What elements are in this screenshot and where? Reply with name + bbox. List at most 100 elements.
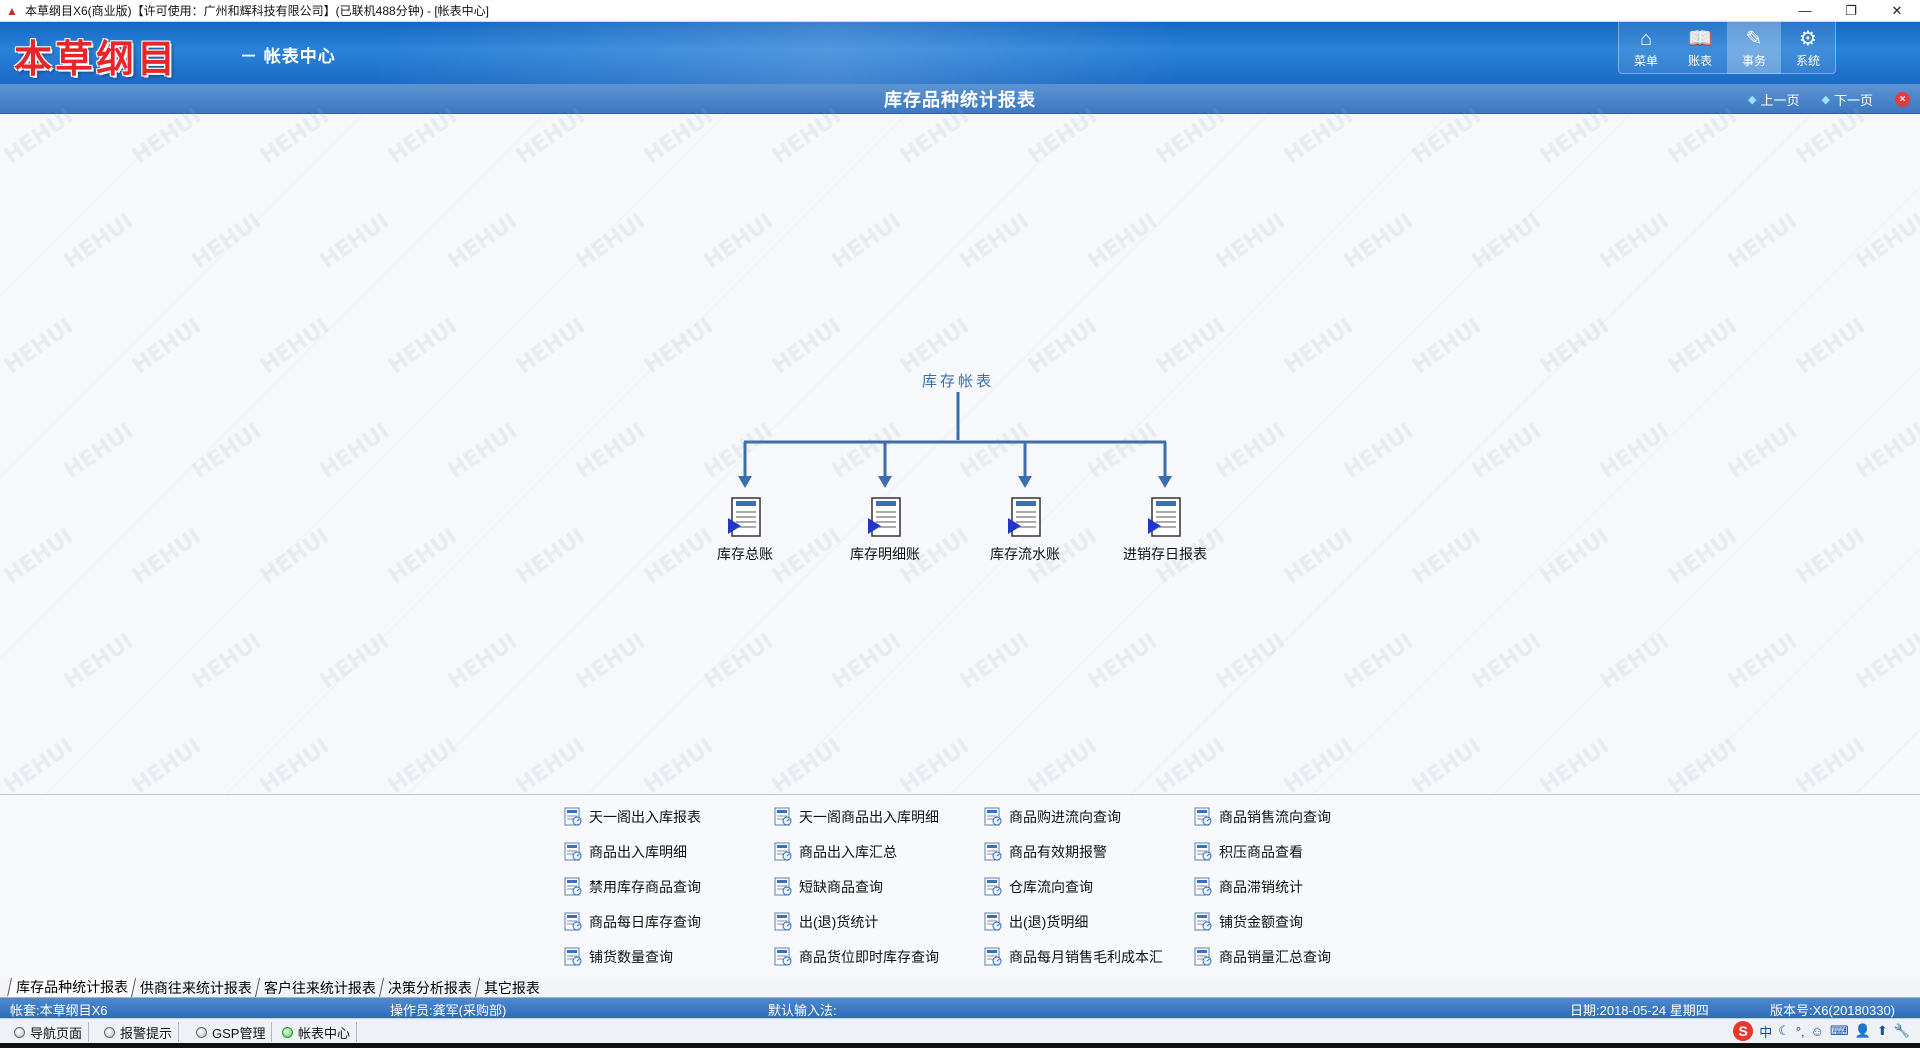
report-sheet-icon [1194,877,1212,896]
report-link[interactable]: 商品货位即时库存查询 [773,947,939,967]
task-bar: 导航页面 报警提示 GSP管理 帐表中心 S 中 ☾ °, ☺ ⌨ 👤 ⬆ 🔧 [0,1018,1920,1048]
tree-root-label: 库存帐表 [922,373,995,390]
tab-stock-variety[interactable]: 库存品种统计报表 [6,978,137,997]
radio-dot-icon [14,1026,25,1038]
report-sheet-icon [984,912,1002,931]
report-link[interactable]: 商品有效期报警 [983,842,1107,862]
tree-node-stock-detail[interactable]: 库存明细账 [825,496,945,564]
home-icon: ⌂ [1639,27,1653,50]
report-link[interactable]: 商品每月销售毛利成本汇 [983,947,1163,967]
report-link-label: 商品滞销统计 [1219,879,1303,895]
wrench-icon[interactable]: 🔧 [1894,1023,1910,1039]
report-document-icon [728,497,761,537]
report-sheet-icon [774,877,792,896]
task-report-center[interactable]: 帐表中心 [276,1022,358,1042]
nav-label: 菜单 [1633,53,1658,68]
tree-node-stock-ledger[interactable]: 库存总账 [685,496,805,564]
punctuation-icon[interactable]: °, [1796,1024,1805,1039]
upload-icon[interactable]: ⬆ [1877,1023,1888,1039]
report-link[interactable]: 商品出入库汇总 [773,842,897,862]
gear-icon: ⚙ [1799,27,1817,50]
nav-label: 事务 [1741,53,1766,68]
report-link[interactable]: 商品购进流向查询 [983,807,1121,827]
report-link-label: 商品出入库明细 [589,844,687,860]
emoji-icon[interactable]: ☺ [1811,1024,1824,1039]
report-link-label: 积压商品查看 [1219,844,1303,860]
ime-lang-label[interactable]: 中 [1759,1022,1772,1041]
report-link[interactable]: 出(退)货明细 [983,912,1088,932]
report-link-label: 出(退)货统计 [799,914,879,930]
report-link-label: 商品出入库汇总 [799,844,897,860]
report-sheet-icon [564,842,582,861]
book-icon: 📖 [1687,27,1713,50]
tree-node-label: 库存总账 [717,546,773,562]
tree-node-label: 库存流水账 [990,546,1060,562]
tree-node-stock-journal[interactable]: 库存流水账 [965,496,1085,564]
report-link[interactable]: 商品滞销统计 [1193,877,1303,897]
report-link[interactable]: 天一阁商品出入库明细 [773,807,939,827]
report-sheet-icon [1194,842,1212,861]
close-report-icon[interactable]: × [1895,92,1910,107]
moon-icon[interactable]: ☾ [1778,1023,1790,1039]
tab-label: 库存品种统计报表 [16,978,129,995]
report-link[interactable]: 出(退)货统计 [773,912,878,932]
report-link[interactable]: 铺货数量查询 [563,947,673,967]
app-logo-icon: ▲ [6,3,18,18]
report-link[interactable]: 商品出入库明细 [563,842,687,862]
report-sheet-icon [774,912,792,931]
report-link-label: 商品销量汇总查询 [1219,949,1331,965]
task-nav-page[interactable]: 导航页面 [8,1022,90,1042]
report-link[interactable]: 仓库流向查询 [983,877,1093,897]
tree-arrow [1158,442,1172,488]
next-page-link[interactable]: ◆ 下一页 [1822,90,1873,109]
report-link[interactable]: 商品销量汇总查询 [1193,947,1331,967]
report-link[interactable]: 商品销售流向查询 [1193,807,1331,827]
tab-other[interactable]: 其它报表 [474,978,549,997]
nav-affairs[interactable]: ✎ 事务 [1727,22,1781,74]
report-canvas: HEHUI HEHUI HEHUI HEHUI HEHUI HEHUI HEHUI HEHUI… [0,104,1920,799]
tab-decision[interactable]: 决策分析报表 [378,978,481,997]
tab-label: 客户往来统计报表 [264,979,376,996]
task-gsp[interactable]: GSP管理 [190,1022,273,1042]
nav-system[interactable]: ⚙ 系统 [1781,22,1835,74]
system-tray: S 中 ☾ °, ☺ ⌨ 👤 ⬆ 🔧 [1733,1021,1910,1041]
report-link-label: 天一阁出入库报表 [589,809,701,825]
radio-dot-icon [104,1026,115,1038]
task-alarm[interactable]: 报警提示 [98,1022,180,1042]
minimize-button[interactable]: — [1782,0,1828,22]
report-title-bar: 库存品种统计报表 ◆ 上一页 ◆ 下一页 × [0,84,1920,114]
sogou-ime-icon[interactable]: S [1733,1021,1754,1041]
tab-label: 供商往来统计报表 [140,979,252,996]
report-link-label: 出(退)货明细 [1009,914,1089,930]
tab-supplier[interactable]: 供商往来统计报表 [130,978,261,997]
prev-page-link[interactable]: ◆ 上一页 [1748,90,1799,109]
report-document-icon [868,497,901,537]
report-link-label: 天一阁商品出入库明细 [799,809,939,825]
report-link[interactable]: 积压商品查看 [1193,842,1303,862]
report-link[interactable]: 天一阁出入库报表 [563,807,701,827]
report-sheet-icon [984,947,1002,966]
next-page-label: 下一页 [1833,93,1873,108]
nav-menu[interactable]: ⌂ 菜单 [1619,22,1673,74]
tree-node-daily-report[interactable]: 进销存日报表 [1105,496,1225,564]
report-link[interactable]: 短缺商品查询 [773,877,883,897]
tree-connector-lines [738,392,1172,488]
report-link-label: 短缺商品查询 [799,879,883,895]
close-window-button[interactable]: ✕ [1874,0,1920,22]
keyboard-icon[interactable]: ⌨ [1830,1023,1849,1039]
tree-arrow [738,442,752,488]
tab-customer[interactable]: 客户往来统计报表 [254,978,385,997]
nav-reports[interactable]: 📖 账表 [1673,22,1727,74]
report-link-label: 铺货数量查询 [589,949,673,965]
report-document-icon [1148,497,1181,537]
user-icon[interactable]: 👤 [1855,1023,1871,1039]
report-link-label: 商品每日库存查询 [589,914,701,930]
restore-button[interactable]: ❐ [1828,0,1874,22]
report-link-label: 铺货金额查询 [1219,914,1303,930]
report-sheet-icon [984,807,1002,826]
report-link[interactable]: 禁用库存商品查询 [563,877,701,897]
report-link-label: 商品有效期报警 [1009,844,1107,860]
report-sheet-icon [564,807,582,826]
report-link[interactable]: 商品每日库存查询 [563,912,701,932]
report-link[interactable]: 铺货金额查询 [1193,912,1303,932]
